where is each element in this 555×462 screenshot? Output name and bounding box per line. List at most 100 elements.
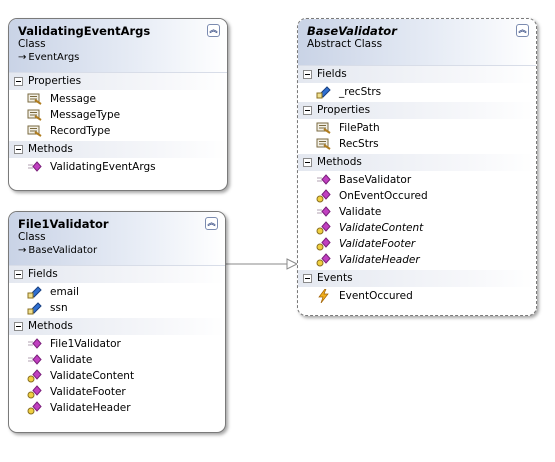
class-box-file1-validator[interactable]: File1Validator Class → BaseValidator ︽ Fi… bbox=[8, 211, 226, 433]
section-properties[interactable]: Properties bbox=[298, 102, 536, 119]
private-field-icon bbox=[27, 286, 42, 299]
class-box-base-validator[interactable]: BaseValidator Abstract Class ︽ Fields _r… bbox=[297, 18, 537, 316]
member-abstract-method[interactable]: ValidateContent bbox=[298, 220, 536, 236]
class-header[interactable]: ValidatingEventArgs Class → EventArgs ︽ bbox=[9, 19, 227, 73]
base-type: → BaseValidator bbox=[18, 244, 225, 258]
class-name: BaseValidator bbox=[307, 24, 397, 38]
double-chevron-up-icon[interactable]: ︽ bbox=[205, 217, 218, 230]
double-chevron-up-icon[interactable]: ︽ bbox=[207, 24, 220, 37]
section-collapse-toggle[interactable] bbox=[14, 77, 23, 86]
member-protected-method[interactable]: ValidateFooter bbox=[9, 384, 225, 400]
section-methods[interactable]: Methods bbox=[9, 318, 225, 335]
protected-method-icon bbox=[316, 189, 331, 203]
member-method[interactable]: Validate bbox=[298, 204, 536, 220]
protected-method-icon bbox=[27, 401, 42, 415]
member-abstract-method[interactable]: ValidateFooter bbox=[298, 236, 536, 252]
member-label: OnEventOccured bbox=[339, 190, 428, 202]
member-method[interactable]: ValidatingEventArgs bbox=[9, 159, 227, 175]
section-label: Methods bbox=[28, 320, 73, 332]
property-icon bbox=[27, 125, 42, 137]
section-label: Fields bbox=[317, 68, 347, 80]
base-type-name: BaseValidator bbox=[28, 245, 98, 256]
member-method[interactable]: Validate bbox=[9, 352, 225, 368]
member-label: BaseValidator bbox=[339, 174, 412, 186]
section-events[interactable]: Events bbox=[298, 270, 536, 287]
section-fields[interactable]: Fields bbox=[298, 66, 536, 83]
member-label: RecStrs bbox=[339, 138, 379, 150]
event-icon bbox=[318, 289, 329, 303]
section-collapse-toggle[interactable] bbox=[303, 158, 312, 167]
section-methods[interactable]: Methods bbox=[9, 141, 227, 158]
member-property[interactable]: RecordType bbox=[9, 123, 227, 139]
method-icon bbox=[317, 206, 331, 217]
protected-method-icon bbox=[27, 369, 42, 383]
member-field[interactable]: email bbox=[9, 284, 225, 300]
section-label: Properties bbox=[317, 104, 371, 116]
member-label: Validate bbox=[50, 354, 93, 366]
section-collapse-toggle[interactable] bbox=[14, 145, 23, 154]
member-protected-method[interactable]: OnEventOccured bbox=[298, 188, 536, 204]
member-abstract-method[interactable]: ValidateHeader bbox=[298, 252, 536, 268]
member-field[interactable]: ssn bbox=[9, 300, 225, 316]
fields-list: email ssn bbox=[9, 283, 225, 318]
methods-list: ValidatingEventArgs bbox=[9, 158, 227, 177]
properties-list: FilePath RecStrs bbox=[298, 119, 536, 154]
section-methods[interactable]: Methods bbox=[298, 154, 536, 171]
class-header[interactable]: File1Validator Class → BaseValidator ︽ bbox=[9, 212, 225, 266]
private-field-icon bbox=[27, 302, 42, 315]
class-box-validating-event-args[interactable]: ValidatingEventArgs Class → EventArgs ︽ P… bbox=[8, 18, 228, 191]
member-property[interactable]: Message bbox=[9, 91, 227, 107]
member-property[interactable]: RecStrs bbox=[298, 136, 536, 152]
member-label: RecordType bbox=[50, 125, 111, 137]
member-protected-method[interactable]: ValidateContent bbox=[9, 368, 225, 384]
section-collapse-toggle[interactable] bbox=[303, 70, 312, 79]
double-chevron-up-icon[interactable]: ︽ bbox=[516, 24, 529, 37]
method-icon bbox=[317, 174, 331, 185]
member-label: ValidateFooter bbox=[339, 238, 416, 250]
class-header[interactable]: BaseValidator Abstract Class ︽ bbox=[298, 19, 536, 66]
protected-method-icon bbox=[316, 237, 331, 251]
base-type-name: EventArgs bbox=[28, 52, 80, 63]
protected-method-icon bbox=[316, 221, 331, 235]
methods-list: File1Validator Validate ValidateContent … bbox=[9, 335, 225, 418]
member-label: MessageType bbox=[50, 109, 121, 121]
section-collapse-toggle[interactable] bbox=[303, 274, 312, 283]
member-event[interactable]: EventOccured bbox=[298, 288, 536, 304]
property-icon bbox=[316, 122, 331, 134]
section-collapse-toggle[interactable] bbox=[303, 106, 312, 115]
class-kind: Class bbox=[18, 231, 46, 243]
member-property[interactable]: MessageType bbox=[9, 107, 227, 123]
member-label: ValidatingEventArgs bbox=[50, 161, 156, 173]
method-icon bbox=[28, 161, 42, 172]
inheritance-arrow-icon: → bbox=[18, 52, 27, 63]
member-label: EventOccured bbox=[339, 290, 413, 302]
member-label: email bbox=[50, 286, 79, 298]
member-property[interactable]: FilePath bbox=[298, 120, 536, 136]
class-name: ValidatingEventArgs bbox=[18, 24, 151, 38]
member-label: ValidateFooter bbox=[50, 386, 126, 398]
property-icon bbox=[27, 93, 42, 105]
section-label: Methods bbox=[28, 143, 73, 155]
section-fields[interactable]: Fields bbox=[9, 266, 225, 283]
member-label: ValidateHeader bbox=[339, 254, 420, 266]
method-icon bbox=[28, 354, 42, 365]
section-collapse-toggle[interactable] bbox=[14, 322, 23, 331]
base-type: → EventArgs bbox=[18, 51, 227, 65]
member-protected-method[interactable]: ValidateHeader bbox=[9, 400, 225, 416]
section-label: Events bbox=[317, 272, 353, 284]
section-properties[interactable]: Properties bbox=[9, 73, 227, 90]
method-icon bbox=[28, 338, 42, 349]
methods-list: BaseValidator OnEventOccured Validate Va… bbox=[298, 171, 536, 270]
property-icon bbox=[27, 109, 42, 121]
member-label: ValidateContent bbox=[50, 370, 135, 382]
section-collapse-toggle[interactable] bbox=[14, 270, 23, 279]
class-kind: Class bbox=[18, 38, 46, 50]
member-method[interactable]: BaseValidator bbox=[298, 172, 536, 188]
section-label: Fields bbox=[28, 268, 58, 280]
member-method[interactable]: File1Validator bbox=[9, 336, 225, 352]
inheritance-arrowhead bbox=[286, 258, 299, 270]
member-field[interactable]: _recStrs bbox=[298, 84, 536, 100]
private-field-icon bbox=[316, 86, 331, 99]
member-label: File1Validator bbox=[50, 338, 121, 350]
inheritance-arrow-icon: → bbox=[18, 245, 27, 256]
